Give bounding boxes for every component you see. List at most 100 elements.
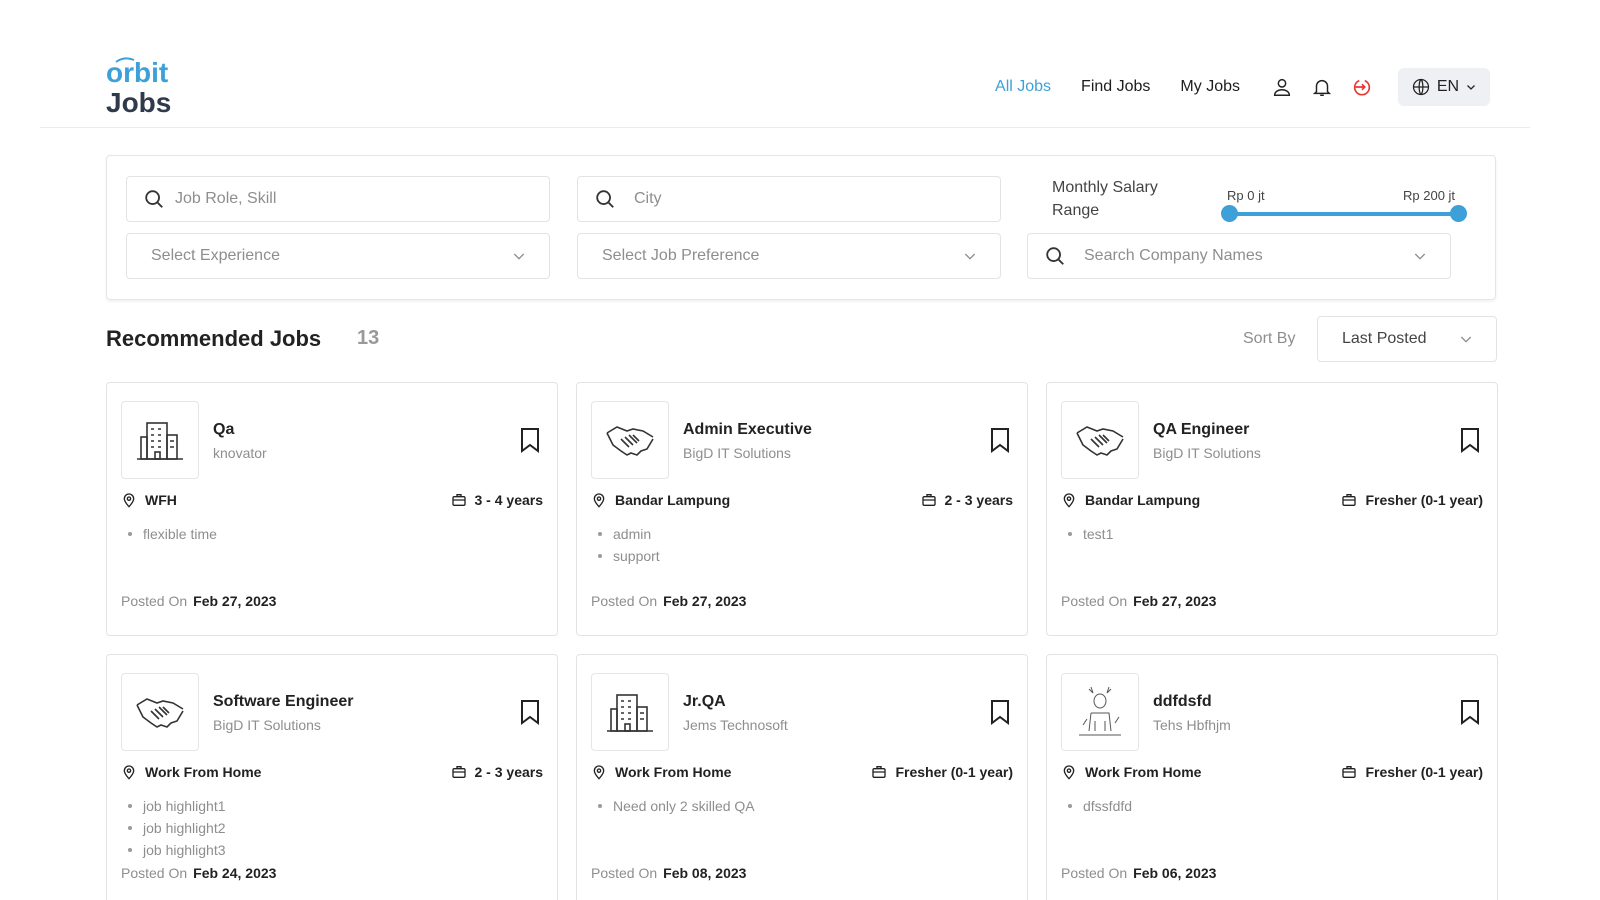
job-experience: Fresher (0-1 year)	[1341, 764, 1483, 780]
orbit-jobs-logo[interactable]: orbit Jobs	[104, 56, 184, 118]
chevron-down-icon	[1414, 253, 1426, 260]
bookmark-icon[interactable]	[989, 427, 1011, 453]
bookmark-icon[interactable]	[1459, 699, 1481, 725]
posted-on: Posted On Feb 06, 2023	[1061, 865, 1216, 881]
job-role-search-input[interactable]: Job Role, Skill	[126, 176, 550, 222]
language-code: EN	[1436, 78, 1460, 95]
job-title[interactable]: Jr.QA	[683, 693, 726, 711]
experience-placeholder: Select Experience	[151, 247, 280, 264]
company-name: BigD IT Solutions	[683, 445, 791, 461]
job-location: Bandar Lampung	[1061, 492, 1200, 508]
location-text: Work From Home	[615, 764, 732, 780]
sort-by-label: Sort By	[1243, 330, 1296, 347]
salary-range-label: Monthly Salary Range	[1052, 179, 1158, 219]
experience-text: Fresher (0-1 year)	[1365, 492, 1483, 508]
job-experience: Fresher (0-1 year)	[1341, 492, 1483, 508]
job-title[interactable]: ddfdsfd	[1153, 693, 1212, 711]
posted-date: Feb 06, 2023	[1133, 865, 1217, 881]
job-title[interactable]: Software Engineer	[213, 693, 353, 711]
globe-icon	[1412, 78, 1429, 96]
job-title[interactable]: Admin Executive	[683, 421, 812, 439]
location-pin-icon	[593, 493, 605, 508]
job-highlight-item: job highlight2	[128, 817, 226, 839]
building-icon	[607, 694, 653, 732]
nav-my-jobs[interactable]: My Jobs	[1180, 78, 1240, 96]
search-icon	[596, 190, 614, 208]
posted-on: Posted On Feb 24, 2023	[121, 865, 276, 881]
location-pin-icon	[1063, 493, 1075, 508]
job-card[interactable]: ddfdsfd Tehs Hbfhjm Work From Home Fresh…	[1046, 654, 1498, 900]
experience-icon	[1342, 494, 1357, 506]
nav-find-jobs[interactable]: Find Jobs	[1081, 78, 1150, 96]
bookmark-icon[interactable]	[519, 699, 541, 725]
job-card[interactable]: QA Engineer BigD IT Solutions Bandar Lam…	[1046, 382, 1498, 636]
search-icon	[145, 190, 163, 208]
building-icon	[137, 422, 183, 460]
job-location: Work From Home	[591, 764, 731, 780]
company-name: knovator	[213, 445, 267, 461]
experience-icon	[921, 494, 936, 506]
location-pin-icon	[1063, 765, 1075, 780]
chevron-down-icon	[1467, 85, 1476, 90]
job-highlights: test1	[1067, 523, 1113, 545]
location-text: Work From Home	[145, 764, 262, 780]
job-highlights: job highlight1 job highlight2 job highligh…	[128, 795, 226, 861]
job-highlight-item: job highlight3	[128, 839, 226, 861]
posted-on: Posted On Feb 27, 2023	[121, 593, 276, 609]
posted-on-label: Posted On	[121, 865, 188, 881]
experience-select[interactable]: Select Experience	[126, 233, 550, 279]
search-icon	[1046, 247, 1064, 265]
job-experience: Fresher (0-1 year)	[871, 764, 1013, 780]
posted-date: Feb 08, 2023	[663, 865, 747, 881]
job-highlight-item: job highlight1	[128, 795, 226, 817]
posted-on: Posted On Feb 08, 2023	[591, 865, 746, 881]
job-title[interactable]: Qa	[213, 421, 234, 439]
bell-icon[interactable]	[1310, 75, 1334, 99]
salary-min-handle[interactable]	[1221, 205, 1238, 222]
job-card[interactable]: Jr.QA Jems Technosoft Work From Home Fre…	[576, 654, 1028, 900]
company-name: Jems Technosoft	[683, 717, 788, 733]
location-text: Work From Home	[1085, 764, 1202, 780]
handshake-icon	[136, 698, 184, 728]
bookmark-icon[interactable]	[1459, 427, 1481, 453]
experience-text: 2 - 3 years	[474, 764, 544, 780]
job-experience: 2 - 3 years	[921, 492, 1013, 508]
city-placeholder: City	[634, 190, 662, 207]
sort-select[interactable]: Last Posted	[1317, 316, 1497, 362]
job-highlights: admin support	[598, 523, 660, 567]
top-header: orbit Jobs All Jobs Find Jobs My Jobs EN	[40, 0, 1530, 128]
experience-icon	[1342, 766, 1357, 778]
job-title[interactable]: QA Engineer	[1153, 421, 1249, 439]
user-icon[interactable]	[1270, 75, 1294, 99]
posted-date: Feb 24, 2023	[193, 865, 277, 881]
handshake-icon	[606, 426, 654, 456]
city-search-input[interactable]: City	[577, 176, 1001, 222]
location-text: WFH	[145, 492, 177, 508]
company-logo	[591, 673, 669, 751]
company-placeholder: Search Company Names	[1084, 247, 1263, 264]
bookmark-icon[interactable]	[989, 699, 1011, 725]
location-pin-icon	[123, 765, 135, 780]
company-search-select[interactable]: Search Company Names	[1027, 233, 1451, 279]
salary-max-handle[interactable]	[1450, 205, 1467, 222]
svg-text:orbit: orbit	[106, 57, 168, 88]
posted-on-label: Posted On	[1061, 593, 1128, 609]
job-location: Work From Home	[1061, 764, 1201, 780]
sort-value: Last Posted	[1342, 330, 1427, 347]
job-preference-select[interactable]: Select Job Preference	[577, 233, 1001, 279]
logout-icon[interactable]	[1350, 75, 1374, 99]
language-selector[interactable]: EN	[1398, 68, 1490, 106]
job-highlight-item: Need only 2 skilled QA	[598, 795, 755, 817]
company-name: Tehs Hbfhjm	[1153, 717, 1231, 733]
posted-date: Feb 27, 2023	[1133, 593, 1217, 609]
job-card[interactable]: Admin Executive BigD IT Solutions Bandar…	[576, 382, 1028, 636]
bookmark-icon[interactable]	[519, 427, 541, 453]
job-card[interactable]: Software Engineer BigD IT Solutions Work…	[106, 654, 558, 900]
job-role-placeholder: Job Role, Skill	[175, 190, 277, 207]
job-card[interactable]: Qa knovator WFH 3 - 4 years flexible tim…	[106, 382, 558, 636]
chevron-down-icon	[1460, 336, 1472, 343]
main-nav: All Jobs Find Jobs My Jobs EN	[995, 68, 1490, 106]
posted-on-label: Posted On	[591, 593, 658, 609]
nav-all-jobs[interactable]: All Jobs	[995, 78, 1051, 96]
salary-range-track[interactable]	[1229, 212, 1459, 216]
